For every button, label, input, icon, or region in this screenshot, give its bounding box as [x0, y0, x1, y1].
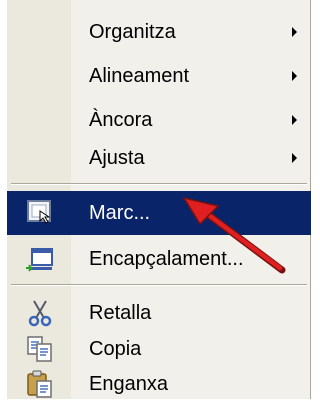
menu-item-label: Ajusta	[89, 147, 145, 169]
frame-icon	[25, 198, 55, 228]
submenu-arrow-icon	[292, 27, 297, 37]
menu-item-enganxa[interactable]: Enganxa	[7, 362, 311, 406]
menu-item-label: Copia	[89, 338, 142, 360]
paste-icon	[25, 369, 55, 399]
menu-item-label: Retalla	[89, 302, 152, 324]
annotation-arrow-icon	[182, 196, 286, 274]
submenu-arrow-icon	[292, 153, 297, 163]
menu-item-alineament[interactable]: Alineament	[7, 54, 311, 98]
menu-item-label: Alineament	[89, 65, 190, 87]
menu-item-label: Marc...	[89, 202, 151, 224]
copy-icon	[25, 334, 55, 364]
submenu-arrow-icon	[292, 71, 297, 81]
menu-item-organitza[interactable]: Organitza	[7, 10, 311, 54]
header-icon	[25, 244, 55, 274]
submenu-arrow-icon	[292, 115, 297, 125]
menu-separator	[11, 284, 307, 286]
menu-item-ajusta[interactable]: Ajusta	[7, 136, 311, 180]
menu-item-label: Enganxa	[89, 373, 168, 395]
menu-separator	[11, 183, 307, 185]
menu-item-label: Organitza	[89, 21, 176, 43]
scissors-icon	[25, 298, 55, 328]
menu-item-label: Àncora	[89, 109, 153, 131]
